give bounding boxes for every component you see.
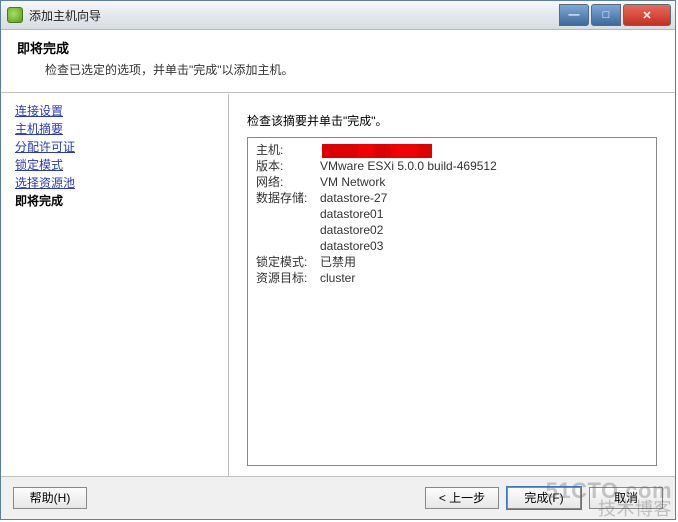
wizard-body: 连接设置 主机摘要 分配许可证 锁定模式 选择资源池 即将完成 检查该摘要并单击…	[1, 93, 675, 476]
row-network: 网络: VM Network	[256, 174, 648, 190]
help-button[interactable]: 帮助(H)	[13, 487, 87, 509]
value-lockdown: 已禁用	[320, 254, 356, 270]
value-resource-target: cluster	[320, 270, 355, 286]
wizard-steps-nav: 连接设置 主机摘要 分配许可证 锁定模式 选择资源池 即将完成	[1, 94, 229, 476]
nav-step-license[interactable]: 分配许可证	[15, 138, 75, 156]
label-lockdown: 锁定模式:	[256, 254, 320, 270]
row-datastore-2: datastore02	[256, 222, 648, 238]
app-icon	[7, 7, 23, 23]
label-datastores: 数据存储:	[256, 190, 320, 206]
close-button[interactable]: ✕	[623, 4, 671, 26]
maximize-button[interactable]: □	[591, 4, 621, 26]
value-datastore-0: datastore-27	[320, 190, 387, 206]
minimize-button[interactable]: —	[559, 4, 589, 26]
titlebar: 添加主机向导 — □ ✕	[1, 1, 675, 30]
nav-step-host-summary[interactable]: 主机摘要	[15, 120, 63, 138]
nav-step-connection[interactable]: 连接设置	[15, 102, 63, 120]
row-lockdown: 锁定模式: 已禁用	[256, 254, 648, 270]
wizard-content: 检查该摘要并单击"完成"。 主机: 版本: VMware ESXi 5.0.0 …	[229, 94, 675, 476]
nav-step-resource-pool[interactable]: 选择资源池	[15, 174, 75, 192]
row-datastore-1: datastore01	[256, 206, 648, 222]
nav-step-lockdown[interactable]: 锁定模式	[15, 156, 63, 174]
wizard-footer: 帮助(H) < 上一步 完成(F) 取消	[1, 476, 675, 519]
label-host: 主机:	[256, 142, 320, 158]
summary-box: 主机: 版本: VMware ESXi 5.0.0 build-469512 网…	[247, 137, 657, 466]
wizard-window: 添加主机向导 — □ ✕ 即将完成 检查已选定的选项，并单击"完成"以添加主机。…	[0, 0, 676, 520]
value-version: VMware ESXi 5.0.0 build-469512	[320, 158, 497, 174]
nav-step-current: 即将完成	[15, 192, 220, 210]
finish-button[interactable]: 完成(F)	[507, 487, 581, 509]
content-instruction: 检查该摘要并单击"完成"。	[247, 112, 657, 129]
redacted-host-value	[322, 144, 432, 158]
row-datastore-3: datastore03	[256, 238, 648, 254]
label-version: 版本:	[256, 158, 320, 174]
value-network: VM Network	[320, 174, 385, 190]
row-host: 主机:	[256, 142, 648, 158]
label-network: 网络:	[256, 174, 320, 190]
label-resource-target: 资源目标:	[256, 270, 320, 286]
value-datastore-1: datastore01	[320, 206, 383, 222]
page-title: 即将完成	[17, 38, 659, 57]
window-buttons: — □ ✕	[557, 4, 671, 26]
value-host	[320, 142, 432, 158]
row-resource-target: 资源目标: cluster	[256, 270, 648, 286]
value-datastore-2: datastore02	[320, 222, 383, 238]
value-datastore-3: datastore03	[320, 238, 383, 254]
wizard-header: 即将完成 检查已选定的选项，并单击"完成"以添加主机。	[1, 30, 675, 93]
back-button[interactable]: < 上一步	[425, 487, 499, 509]
cancel-button[interactable]: 取消	[589, 487, 663, 509]
window-title: 添加主机向导	[29, 7, 557, 24]
row-version: 版本: VMware ESXi 5.0.0 build-469512	[256, 158, 648, 174]
row-datastore-0: 数据存储: datastore-27	[256, 190, 648, 206]
page-description: 检查已选定的选项，并单击"完成"以添加主机。	[45, 61, 659, 78]
